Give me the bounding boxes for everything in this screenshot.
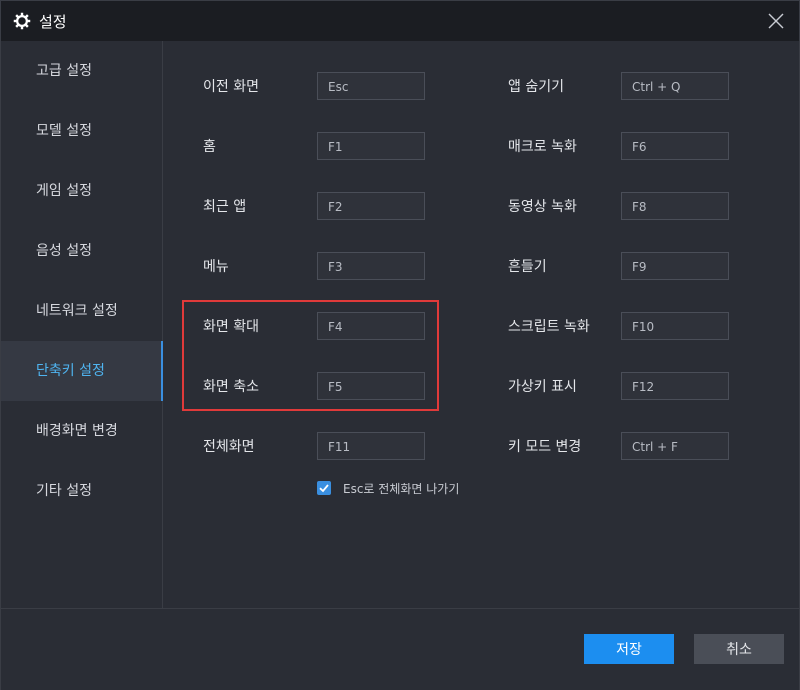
shortcut-label-menu: 메뉴 [203,259,229,275]
settings-window: 설정 고급 설정 모델 설정 게임 설정 음성 설정 네트워크 설정 단축키 설… [0,0,800,690]
sidebar-item-game[interactable]: 게임 설정 [1,161,162,221]
cancel-button[interactable]: 취소 [694,634,784,664]
shortcut-input-zoom-out[interactable]: F5 [317,372,425,400]
sidebar-item-label: 게임 설정 [36,183,92,199]
shortcut-input-script-record[interactable]: F10 [621,312,729,340]
sidebar-item-audio[interactable]: 음성 설정 [1,221,162,281]
shortcut-input-menu[interactable]: F3 [317,252,425,280]
shortcut-label-macro-record: 매크로 녹화 [508,139,577,155]
sidebar-item-label: 음성 설정 [36,243,92,259]
sidebar-item-wallpaper[interactable]: 배경화면 변경 [1,401,162,461]
checkmark-icon [319,484,329,493]
window-title: 설정 [39,13,67,31]
shortcut-label-zoom-in: 화면 확대 [203,319,259,335]
sidebar-item-label: 배경화면 변경 [36,423,118,439]
shortcut-label-hide-app: 앱 숨기기 [508,79,564,95]
close-icon [768,13,784,29]
shortcut-input-macro-record[interactable]: F6 [621,132,729,160]
shortcut-label-virtual-keys: 가상키 표시 [508,379,577,395]
dialog-footer: 저장 취소 [1,608,799,690]
close-button[interactable] [765,10,787,32]
shortcut-input-home[interactable]: F1 [317,132,425,160]
title-bar: 설정 [1,1,799,41]
sidebar-item-advanced[interactable]: 고급 설정 [1,41,162,101]
sidebar-item-label: 고급 설정 [36,63,92,79]
shortcut-input-fullscreen[interactable]: F11 [317,432,425,460]
sidebar-item-label: 모델 설정 [36,123,92,139]
shortcut-label-key-mode: 키 모드 변경 [508,439,582,455]
shortcut-label-shake: 흔들기 [508,259,547,275]
esc-exit-fullscreen-label: Esc로 전체화면 나가기 [343,482,460,496]
shortcut-input-hide-app[interactable]: Ctrl + Q [621,72,729,100]
shortcut-input-back[interactable]: Esc [317,72,425,100]
sidebar-item-label: 네트워크 설정 [36,303,118,319]
sidebar-item-label: 기타 설정 [36,483,92,499]
shortcut-label-fullscreen: 전체화면 [203,439,255,455]
sidebar-item-other[interactable]: 기타 설정 [1,461,162,521]
shortcut-input-key-mode[interactable]: Ctrl + F [621,432,729,460]
shortcut-label-recent-apps: 최근 앱 [203,199,247,215]
shortcut-label-zoom-out: 화면 축소 [203,379,259,395]
shortcut-input-zoom-in[interactable]: F4 [317,312,425,340]
shortcut-input-recent-apps[interactable]: F2 [317,192,425,220]
shortcut-label-home: 홈 [203,139,216,155]
save-button[interactable]: 저장 [584,634,674,664]
gear-icon [13,12,31,30]
sidebar-item-network[interactable]: 네트워크 설정 [1,281,162,341]
esc-exit-fullscreen-checkbox[interactable] [317,481,331,495]
shortcut-input-video-record[interactable]: F8 [621,192,729,220]
shortcut-input-shake[interactable]: F9 [621,252,729,280]
sidebar-item-model[interactable]: 모델 설정 [1,101,162,161]
sidebar-item-label: 단축키 설정 [36,363,105,379]
shortcut-label-video-record: 동영상 녹화 [508,199,577,215]
shortcut-input-virtual-keys[interactable]: F12 [621,372,729,400]
shortcut-label-back: 이전 화면 [203,79,259,95]
shortcut-label-script-record: 스크립트 녹화 [508,319,590,335]
settings-sidebar: 고급 설정 모델 설정 게임 설정 음성 설정 네트워크 설정 단축키 설정 배… [1,41,164,608]
sidebar-item-shortcuts[interactable]: 단축키 설정 [1,341,164,401]
